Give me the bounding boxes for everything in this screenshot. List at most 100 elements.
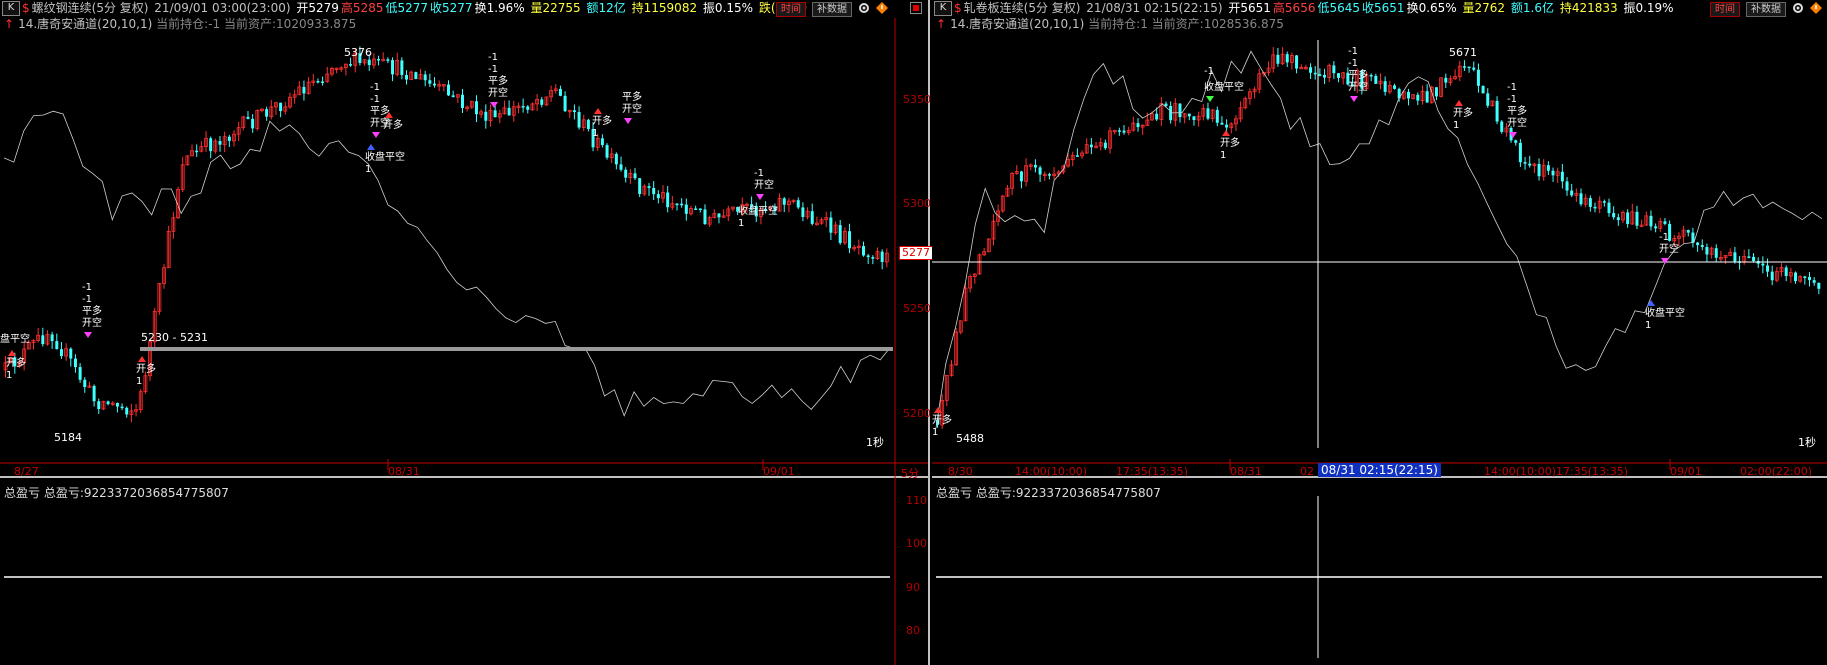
candle-body	[633, 173, 637, 179]
signal-label: -1	[1507, 94, 1517, 105]
candle-body	[1323, 74, 1327, 78]
candle-body	[1551, 170, 1555, 176]
candle-body	[377, 58, 381, 61]
candle-body	[1593, 206, 1597, 209]
signal-label: -1	[488, 64, 498, 75]
candle-body	[1612, 213, 1616, 218]
candle-body	[1444, 77, 1448, 83]
candle-body	[1495, 100, 1499, 122]
signal-label: 盘平空	[0, 332, 30, 345]
candle-body	[1406, 91, 1410, 99]
candle-body	[1523, 162, 1527, 164]
candle-body	[1588, 198, 1592, 207]
candle-body	[1570, 190, 1574, 196]
signal-label: 开多	[1453, 106, 1473, 119]
candle-body	[484, 111, 488, 121]
candle-body	[810, 211, 814, 224]
candle-body	[1472, 67, 1476, 70]
sell-arrow-icon	[624, 118, 632, 124]
signal-label: 1	[365, 164, 371, 175]
price-tick: 5300	[903, 197, 931, 210]
candle-body	[195, 150, 199, 153]
candle-body	[1635, 211, 1639, 226]
signal-label: 开多	[932, 413, 952, 426]
candle-body	[866, 255, 870, 258]
sell-arrow-icon	[1350, 96, 1358, 102]
candle-body	[703, 209, 707, 225]
price-chart-right[interactable]: 开多1-1收盘平空开多1-1-1平多开空开多1-1-1平多开空-1开空收盘平空1	[932, 0, 1827, 665]
candle-body	[386, 59, 390, 61]
candle-body	[871, 257, 875, 259]
buy-arrow-icon	[594, 108, 602, 114]
candle-body	[801, 207, 805, 217]
candle-body	[218, 141, 222, 145]
indicator-tick: 90	[906, 581, 920, 594]
candle-body	[1784, 267, 1788, 277]
candle-body	[55, 341, 59, 350]
signal-label: 开空	[1659, 242, 1679, 255]
candle-body	[92, 385, 96, 402]
seconds-label: 1秒	[1798, 436, 1816, 449]
candle-body	[1803, 276, 1807, 279]
candle-body	[1117, 130, 1121, 132]
candle-body	[698, 208, 702, 211]
candle-body	[1318, 74, 1322, 76]
period-label[interactable]: 5分	[901, 465, 919, 481]
candle-body	[1752, 256, 1756, 261]
date-tick: 02	[1300, 465, 1314, 478]
indicator-title: 总盈亏 总盈亏:9223372036854775807	[936, 486, 1161, 500]
date-tick: 14:00(10:00)	[1484, 465, 1556, 478]
chart-panel-right[interactable]: K $ 轧卷板连续(5分 复权) 21/08/31 02:15(22:15) 开56…	[932, 0, 1827, 665]
signal-label: 1	[1453, 120, 1459, 131]
candle-body	[577, 112, 581, 128]
signal-label: 开空	[754, 178, 774, 191]
chart-panel-left[interactable]: K $ 螺纹钢连续(5分 复权) 21/09/01 03:00(23:00) 开52…	[0, 0, 933, 665]
candle-body	[1500, 121, 1504, 132]
signal-label: 1	[1645, 320, 1651, 331]
signal-label: 开多	[6, 356, 26, 369]
candle-body	[614, 153, 618, 165]
candle-body	[838, 225, 842, 243]
candle-body	[1579, 193, 1583, 205]
low-marker: 5488	[956, 432, 984, 445]
signal-label: 开空	[1507, 116, 1527, 129]
indicator-tick: 80	[906, 624, 920, 637]
signal-label: -1	[370, 94, 380, 105]
candle-body	[106, 401, 110, 405]
high-marker: 5671	[1449, 46, 1477, 59]
candle-body	[1374, 75, 1378, 84]
candle-body	[1686, 230, 1690, 233]
candle-body	[796, 200, 800, 208]
date-tick: 17:35(13:35)	[1116, 465, 1188, 478]
sell-arrow-icon	[490, 102, 498, 108]
candle-body	[50, 334, 54, 342]
candle-body	[540, 99, 544, 105]
signal-label: -1	[1204, 66, 1214, 77]
range-label: 5230 - 5231	[141, 331, 208, 344]
candle-body	[862, 246, 866, 256]
candle-body	[1663, 221, 1667, 224]
candle-body	[227, 136, 231, 141]
candle-body	[83, 379, 87, 388]
candle-body	[1705, 247, 1709, 255]
buy-arrow-icon	[367, 144, 375, 150]
date-tick: 14:00(10:00)	[1015, 465, 1087, 478]
equity-curve	[935, 50, 1823, 429]
candle-body	[433, 83, 437, 86]
candle-body	[624, 169, 628, 178]
price-chart-left[interactable]: 盘平空开多1-1-1平多开空开多1-1-1平多开空开多收盘平空1-1-1平多开空…	[0, 0, 928, 665]
candle-body	[1476, 69, 1480, 86]
candle-body	[1169, 105, 1173, 121]
candle-body	[1696, 242, 1700, 246]
signal-label: 平多	[622, 90, 642, 103]
candle-body	[73, 358, 77, 368]
candle-body	[675, 203, 679, 206]
date-tick: 08/31	[388, 465, 420, 478]
signal-label: 开多	[383, 118, 403, 131]
candle-body	[1817, 282, 1821, 289]
date-tick: 09/01	[1670, 465, 1702, 478]
seconds-label: 1秒	[866, 436, 884, 449]
candle-body	[1537, 163, 1541, 177]
candle-body	[1616, 217, 1620, 221]
candle-body	[684, 204, 688, 214]
